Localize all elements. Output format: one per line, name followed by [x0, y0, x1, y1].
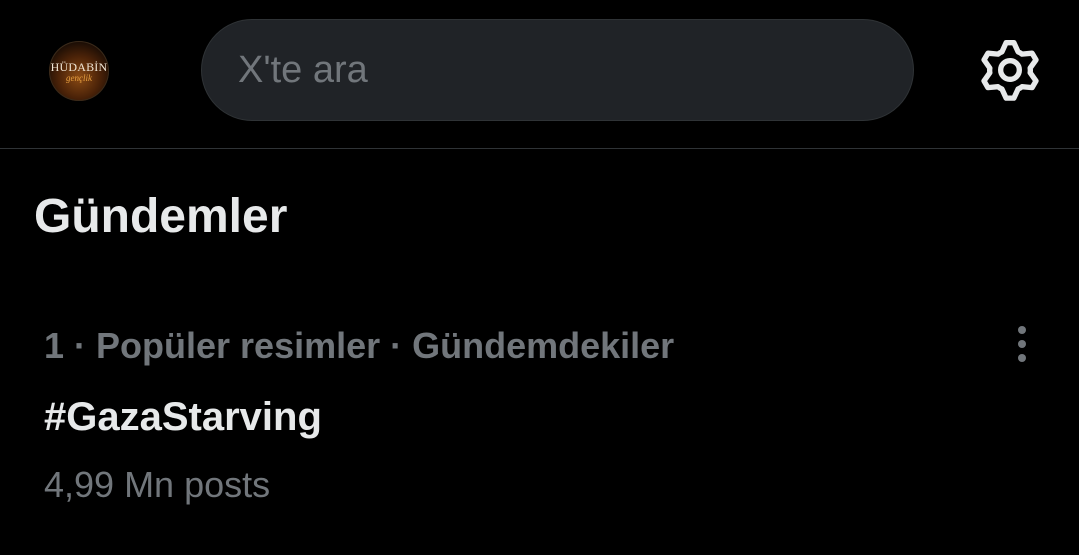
top-bar: HÜDABİN gençlik — [0, 0, 1079, 149]
gear-icon — [981, 40, 1039, 101]
page-title: Gündemler — [34, 190, 288, 243]
search-input[interactable] — [236, 47, 913, 93]
trend-item[interactable]: 1 · Popüler resimler · Gündemdekiler #Ga… — [0, 310, 1079, 520]
search-bar[interactable] — [201, 19, 914, 121]
avatar-logo-text: HÜDABİN — [50, 60, 108, 74]
avatar[interactable]: HÜDABİN gençlik — [49, 41, 109, 101]
trend-name[interactable]: #GazaStarving — [44, 392, 322, 442]
avatar-logo-subtext: gençlik — [66, 73, 92, 83]
more-options-button[interactable] — [1002, 322, 1042, 366]
trend-meta: 1 · Popüler resimler · Gündemdekiler — [44, 325, 675, 366]
settings-button[interactable] — [978, 38, 1042, 102]
more-vertical-icon — [1018, 326, 1026, 334]
trend-post-count: 4,99 Mn posts — [44, 464, 271, 505]
